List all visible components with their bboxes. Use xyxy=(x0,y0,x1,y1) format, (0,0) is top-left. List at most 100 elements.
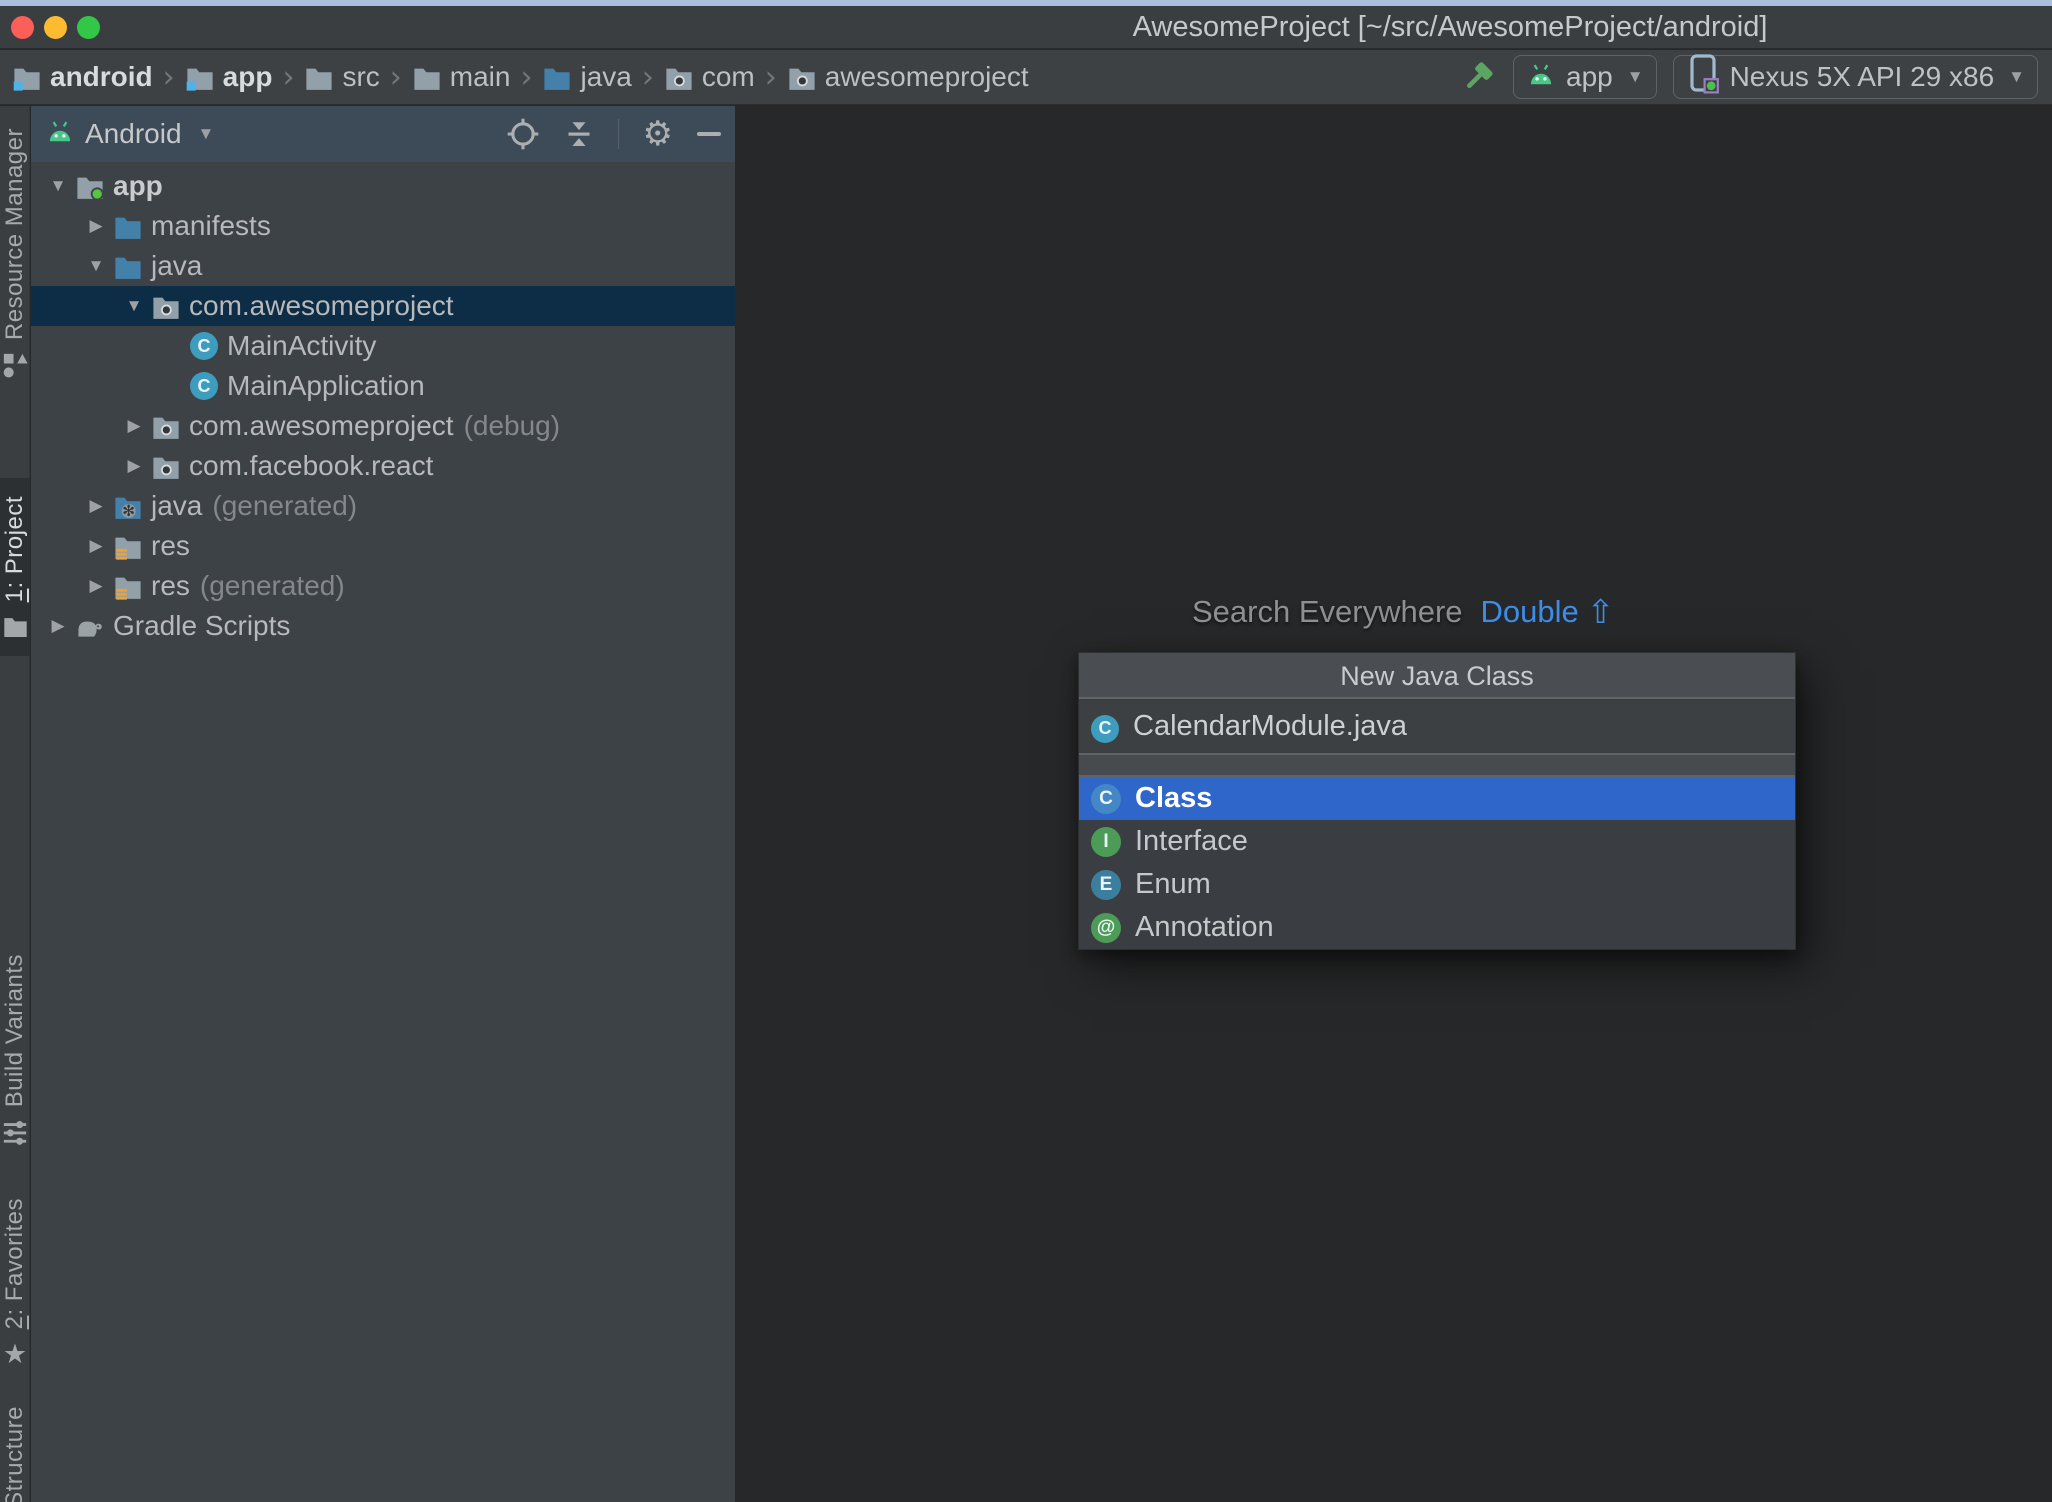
project-view-label: Android xyxy=(85,118,182,149)
tool-window-button-favorites[interactable]: 2: Favorites ★ xyxy=(0,1198,30,1368)
breadcrumb-item-main[interactable]: main xyxy=(412,61,511,93)
tree-row-res[interactable]: ▶ res xyxy=(31,526,735,566)
tree-row-com-facebook-react[interactable]: ▶ com.facebook.react xyxy=(31,446,735,486)
tree-row-manifests[interactable]: ▶ manifests xyxy=(31,206,735,246)
zoom-button[interactable] xyxy=(77,16,100,39)
kind-option-class[interactable]: C Class xyxy=(1079,777,1795,820)
tool-window-button-project[interactable]: 1: Project xyxy=(0,478,30,657)
res-folder-icon xyxy=(111,533,145,560)
breadcrumb-item-src[interactable]: src xyxy=(304,61,380,93)
tree-row-com-awesomeproject[interactable]: ▼ com.awesomeproject xyxy=(31,286,735,326)
android-robot-icon xyxy=(1526,61,1556,93)
tool-window-button-structure[interactable]: 7: Structure xyxy=(0,1406,30,1502)
breadcrumb-item-awesomeproject[interactable]: awesomeproject xyxy=(787,61,1029,93)
breadcrumb-item-java[interactable]: java xyxy=(542,61,632,93)
tool-window-button-build-variants[interactable]: Build Variants xyxy=(0,954,30,1146)
breadcrumb-label: android xyxy=(50,61,153,92)
breadcrumb-separator-icon: › xyxy=(641,59,654,95)
annotation-icon: @ xyxy=(1091,912,1121,943)
tree-row-java[interactable]: ▼ java xyxy=(31,246,735,286)
class-blue-icon: C xyxy=(1091,783,1121,814)
folder-blue-icon xyxy=(111,213,145,240)
run-configuration-select[interactable]: app ▼ xyxy=(1513,55,1657,99)
breadcrumb-item-com[interactable]: com xyxy=(664,61,755,93)
project-tool-window: Android ▼ ⚙ ▼ app ▶ manifests ▼ java ▼ com.… xyxy=(31,106,735,1502)
module-folder-green-dot-icon xyxy=(73,173,107,200)
tree-item-label: com.awesomeproject xyxy=(189,290,454,321)
new-java-class-popup: New Java Class C CalendarModule.java C Cl… xyxy=(1078,652,1796,950)
settings-button[interactable]: ⚙ xyxy=(643,117,673,151)
tool-window-button-label: 1: Project xyxy=(1,496,28,603)
tree-item-suffix: (generated) xyxy=(212,490,358,521)
project-view-selector[interactable]: Android ▼ xyxy=(45,118,214,150)
tree-item-label: com.awesomeproject xyxy=(189,410,454,441)
tree-expand-down-icon[interactable]: ▼ xyxy=(119,296,149,316)
device-label: Nexus 5X API 29 x86 xyxy=(1729,61,1995,92)
breadcrumb-item-android[interactable]: android xyxy=(12,61,153,93)
folder-blue-icon xyxy=(111,253,145,280)
tree-row-com-awesomeproject[interactable]: ▶ com.awesomeproject (debug) xyxy=(31,406,735,446)
popup-separator xyxy=(1079,755,1795,777)
tool-window-button-label: 7: Structure xyxy=(1,1406,28,1502)
kind-option-enum[interactable]: E Enum xyxy=(1079,863,1795,906)
project-folder-icon xyxy=(2,614,29,638)
breadcrumb-label: com xyxy=(701,61,755,92)
tree-expand-right-icon[interactable]: ▶ xyxy=(81,536,111,556)
tree-expand-right-icon[interactable]: ▶ xyxy=(119,456,149,476)
close-button[interactable] xyxy=(11,16,34,39)
interface-icon: I xyxy=(1091,826,1121,857)
tree-item-label: res xyxy=(151,570,190,601)
breadcrumb-label: app xyxy=(222,61,273,92)
tree-expand-right-icon[interactable]: ▶ xyxy=(81,216,111,236)
tool-window-button-resource-manager[interactable]: Resource Manager xyxy=(0,128,30,378)
collapse-all-button[interactable] xyxy=(564,118,594,150)
tree-expand-right-icon[interactable]: ▶ xyxy=(119,416,149,436)
hide-panel-button[interactable] xyxy=(697,132,721,136)
tree-item-label: Gradle Scripts xyxy=(113,610,291,641)
tree-item-label: manifests xyxy=(151,210,271,241)
run-configuration-label: app xyxy=(1566,61,1613,92)
kind-option-label: Annotation xyxy=(1135,911,1274,943)
tree-item-label: res xyxy=(151,530,190,561)
tree-expand-right-icon[interactable]: ▶ xyxy=(81,496,111,516)
gradle-elephant-icon xyxy=(73,613,107,639)
build-button[interactable] xyxy=(1459,58,1497,96)
breadcrumb-item-app[interactable]: app xyxy=(185,61,273,93)
tree-row-res[interactable]: ▶ res (generated) xyxy=(31,566,735,606)
kind-option-annotation[interactable]: @ Annotation xyxy=(1079,906,1795,949)
locate-file-button[interactable] xyxy=(506,117,540,151)
tree-row-gradle-scripts[interactable]: ▶ Gradle Scripts xyxy=(31,606,735,646)
tree-expand-right-icon[interactable]: ▶ xyxy=(81,576,111,596)
tree-row-app[interactable]: ▼ app xyxy=(31,166,735,206)
tool-window-button-label: 2: Favorites xyxy=(1,1198,28,1330)
tree-row-mainactivity[interactable]: C MainActivity xyxy=(31,326,735,366)
tree-row-mainapplication[interactable]: C MainApplication xyxy=(31,366,735,406)
build-variants-icon xyxy=(2,1119,28,1146)
tree-expand-down-icon[interactable]: ▼ xyxy=(81,256,111,276)
class-name-input[interactable]: C CalendarModule.java xyxy=(1079,699,1795,755)
kind-option-list: C Class I Interface E Enum @ Annotation xyxy=(1079,777,1795,949)
hammer-icon xyxy=(1459,58,1497,96)
project-tree: ▼ app ▶ manifests ▼ java ▼ com.awesomeproje… xyxy=(31,162,735,646)
tree-expand-right-icon[interactable]: ▶ xyxy=(43,616,73,636)
device-phone-icon xyxy=(1686,53,1720,94)
crosshair-icon xyxy=(506,117,540,151)
android-robot-icon xyxy=(1526,63,1556,86)
breadcrumb-label: java xyxy=(580,61,632,92)
kind-option-interface[interactable]: I Interface xyxy=(1079,820,1795,863)
breadcrumb-label: main xyxy=(449,61,511,92)
minimize-button[interactable] xyxy=(44,16,67,39)
tree-item-label: java xyxy=(151,250,203,281)
breadcrumb-label: src xyxy=(342,61,380,92)
star-icon: ★ xyxy=(2,1339,28,1371)
tree-expand-down-icon[interactable]: ▼ xyxy=(43,176,73,196)
breadcrumb-separator-icon: › xyxy=(389,59,402,95)
panel-header-actions: ⚙ xyxy=(506,117,721,151)
tree-row-java[interactable]: ▶ ✻ java (generated) xyxy=(31,486,735,526)
main-toolbar: android › app › src › main › java › com › awes… xyxy=(0,50,2052,105)
tool-window-button-label: Build Variants xyxy=(1,954,28,1108)
source-folder-icon xyxy=(542,64,572,91)
enum-icon: E xyxy=(1091,869,1121,900)
device-select[interactable]: Nexus 5X API 29 x86 ▼ xyxy=(1672,53,2038,99)
res-folder-icon xyxy=(111,573,145,600)
